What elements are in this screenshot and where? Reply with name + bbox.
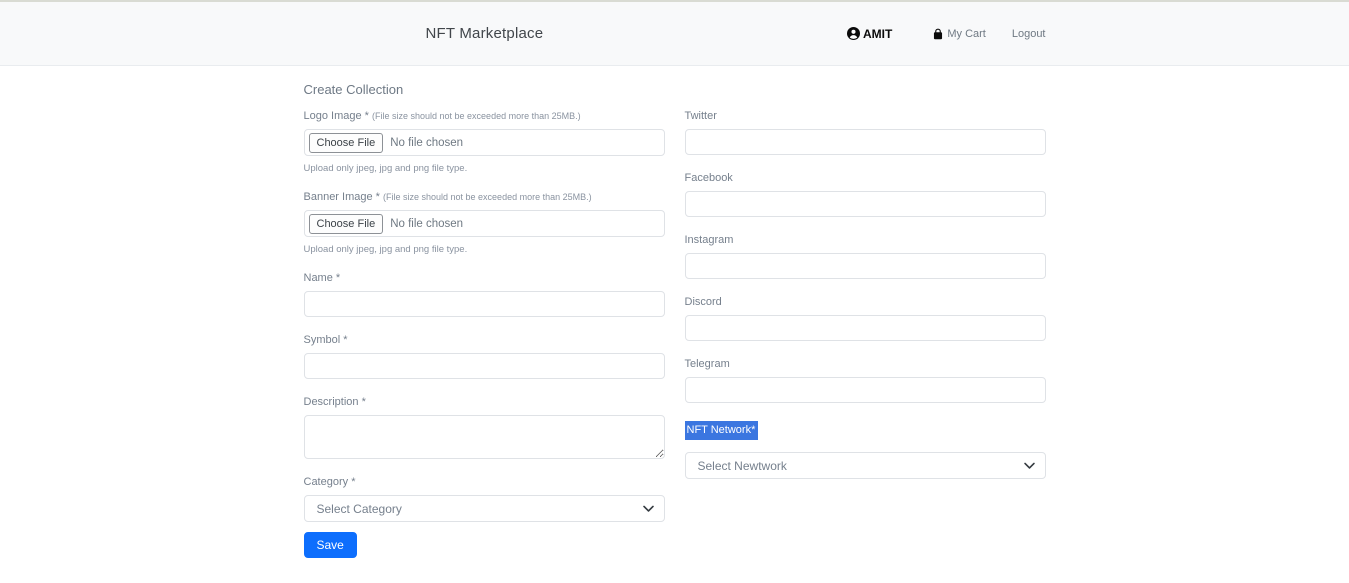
banner-size-note: (File size should not be exceeded more t… [383, 192, 592, 202]
symbol-group: Symbol * [304, 334, 665, 379]
instagram-group: Instagram [685, 234, 1046, 279]
create-collection-page: Create Collection Logo Image * (File siz… [304, 66, 1046, 558]
facebook-group: Facebook [685, 172, 1046, 217]
nft-network-group: NFT Network* Select Newtwork [685, 420, 1046, 479]
discord-group: Discord [685, 296, 1046, 341]
save-button[interactable]: Save [304, 532, 357, 558]
user-name: AMIT [863, 27, 892, 41]
person-circle-icon [847, 27, 860, 40]
telegram-label: Telegram [685, 358, 1046, 371]
logo-image-label: Logo Image * (File size should not be ex… [304, 110, 665, 123]
description-label: Description * [304, 396, 665, 409]
nav-my-cart[interactable]: My Cart [932, 28, 986, 40]
nav-user[interactable]: AMIT [847, 27, 892, 41]
discord-input[interactable] [685, 315, 1046, 341]
nav-links: AMIT My Cart Logout [847, 27, 1045, 41]
logo-size-note: (File size should not be exceeded more t… [372, 111, 581, 121]
description-textarea[interactable] [304, 415, 665, 459]
category-select[interactable]: Select Category [304, 495, 665, 522]
banner-helper-text: Upload only jpeg, jpg and png file type. [304, 244, 665, 255]
nav-logout[interactable]: Logout [1012, 28, 1046, 40]
logo-image-group: Logo Image * (File size should not be ex… [304, 110, 665, 174]
banner-image-label: Banner Image * (File size should not be … [304, 191, 665, 204]
nft-network-label: NFT Network* [685, 421, 759, 440]
name-input[interactable] [304, 291, 665, 317]
facebook-input[interactable] [685, 191, 1046, 217]
symbol-input[interactable] [304, 353, 665, 379]
name-group: Name * [304, 272, 665, 317]
brand-title: NFT Marketplace [426, 25, 544, 42]
logo-file-status: No file chosen [390, 137, 463, 149]
symbol-label: Symbol * [304, 334, 665, 347]
logo-choose-file-button[interactable]: Choose File [309, 133, 384, 153]
instagram-input[interactable] [685, 253, 1046, 279]
logo-file-input[interactable]: Choose File No file chosen [304, 129, 665, 156]
banner-choose-file-button[interactable]: Choose File [309, 214, 384, 234]
logout-label: Logout [1012, 28, 1046, 40]
facebook-label: Facebook [685, 172, 1046, 185]
twitter-input[interactable] [685, 129, 1046, 155]
navbar: NFT Marketplace AMIT [0, 0, 1349, 66]
twitter-label: Twitter [685, 110, 1046, 123]
banner-file-input[interactable]: Choose File No file chosen [304, 210, 665, 237]
my-cart-label: My Cart [947, 28, 986, 40]
telegram-group: Telegram [685, 358, 1046, 403]
form-left-column: Logo Image * (File size should not be ex… [304, 110, 665, 558]
category-group: Category * Select Category [304, 476, 665, 522]
twitter-group: Twitter [685, 110, 1046, 155]
description-group: Description * [304, 396, 665, 459]
instagram-label: Instagram [685, 234, 1046, 247]
network-select-wrap: Select Newtwork [685, 452, 1046, 479]
telegram-input[interactable] [685, 377, 1046, 403]
banner-file-status: No file chosen [390, 218, 463, 230]
discord-label: Discord [685, 296, 1046, 309]
category-select-wrap: Select Category [304, 495, 665, 522]
shopping-bag-icon [932, 28, 944, 40]
page-title: Create Collection [304, 82, 1046, 97]
logo-helper-text: Upload only jpeg, jpg and png file type. [304, 163, 665, 174]
category-label: Category * [304, 476, 665, 489]
name-label: Name * [304, 272, 665, 285]
form-right-column: Twitter Facebook Instagram Discord Teleg… [685, 110, 1046, 558]
banner-image-group: Banner Image * (File size should not be … [304, 191, 665, 255]
network-select[interactable]: Select Newtwork [685, 452, 1046, 479]
